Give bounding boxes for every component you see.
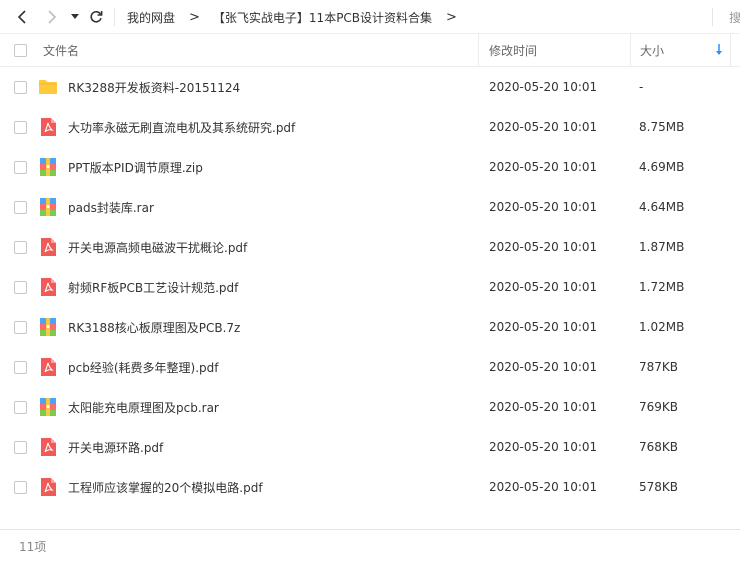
pdf-file-icon [41, 238, 56, 256]
file-size: 1.72MB [639, 280, 685, 294]
select-all-checkbox[interactable] [14, 44, 27, 57]
row-checkbox[interactable] [14, 201, 27, 214]
file-name[interactable]: 射频RF板PCB工艺设计规范.pdf [68, 267, 238, 307]
archive-file-icon [40, 318, 56, 336]
breadcrumb-separator: > [189, 9, 200, 25]
file-name[interactable]: 开关电源高频电磁波干扰概论.pdf [68, 227, 247, 267]
column-divider[interactable] [478, 34, 479, 67]
archive-file-icon [40, 198, 56, 216]
breadcrumb-item-root[interactable]: 我的网盘 [127, 9, 175, 26]
file-name[interactable]: pads封装库.rar [68, 187, 154, 227]
file-modified-time: 2020-05-20 10:01 [489, 440, 598, 454]
pdf-file-icon [41, 438, 56, 456]
file-row[interactable]: PPT版本PID调节原理.zip 2020-05-20 10:01 4.69MB [0, 147, 740, 187]
file-name[interactable]: 大功率永磁无刷直流电机及其系统研究.pdf [68, 107, 295, 147]
search-input[interactable]: 搜 [729, 0, 740, 34]
file-name[interactable]: RK3188核心板原理图及PCB.7z [68, 307, 240, 347]
column-header-modified[interactable]: 修改时间 [489, 34, 537, 67]
file-name[interactable]: RK3288开发板资料-20151124 [68, 67, 240, 107]
file-name[interactable]: 工程师应该掌握的20个模拟电路.pdf [68, 467, 263, 507]
status-bar: 11项 [0, 529, 740, 563]
breadcrumb-item-folder[interactable]: 【张飞实战电子】11本PCB设计资料合集 [213, 9, 432, 26]
file-size: 769KB [639, 400, 679, 414]
file-row[interactable]: 开关电源环路.pdf 2020-05-20 10:01 768KB [0, 427, 740, 467]
file-name[interactable]: 太阳能充电原理图及pcb.rar [68, 387, 219, 427]
file-row[interactable]: pcb经验(耗费多年整理).pdf 2020-05-20 10:01 787KB [0, 347, 740, 387]
folder-icon [39, 80, 57, 94]
row-checkbox[interactable] [14, 481, 27, 494]
file-modified-time: 2020-05-20 10:01 [489, 320, 598, 334]
column-header-size[interactable]: 大小 [640, 34, 664, 67]
column-divider [730, 34, 731, 67]
nav-divider [114, 8, 115, 26]
file-size: 787KB [639, 360, 679, 374]
archive-file-icon [40, 398, 56, 416]
file-name[interactable]: PPT版本PID调节原理.zip [68, 147, 203, 187]
history-dropdown[interactable] [68, 6, 82, 28]
file-modified-time: 2020-05-20 10:01 [489, 480, 598, 494]
pdf-file-icon [41, 358, 56, 376]
row-checkbox[interactable] [14, 121, 27, 134]
chevron-left-icon [17, 10, 26, 24]
forward-button[interactable] [42, 6, 62, 28]
breadcrumb: 我的网盘 > 【张飞实战电子】11本PCB设计资料合集 > [127, 0, 470, 34]
row-checkbox[interactable] [14, 241, 27, 254]
file-size: 768KB [639, 440, 679, 454]
file-name[interactable]: pcb经验(耗费多年整理).pdf [68, 347, 218, 387]
file-name[interactable]: 开关电源环路.pdf [68, 427, 163, 467]
row-checkbox[interactable] [14, 321, 27, 334]
pdf-file-icon [41, 478, 56, 496]
file-list-header: 文件名 修改时间 大小 [0, 34, 740, 67]
column-header-name[interactable]: 文件名 [43, 34, 79, 67]
file-row[interactable]: 大功率永磁无刷直流电机及其系统研究.pdf 2020-05-20 10:01 8.7… [0, 107, 740, 147]
file-row[interactable]: 射频RF板PCB工艺设计规范.pdf 2020-05-20 10:01 1.72MB [0, 267, 740, 307]
file-row[interactable]: pads封装库.rar 2020-05-20 10:01 4.64MB [0, 187, 740, 227]
file-row[interactable]: RK3188核心板原理图及PCB.7z 2020-05-20 10:01 1.02M… [0, 307, 740, 347]
row-checkbox[interactable] [14, 361, 27, 374]
file-row[interactable]: 工程师应该掌握的20个模拟电路.pdf 2020-05-20 10:01 578KB [0, 467, 740, 507]
caret-down-icon [71, 14, 79, 19]
file-row[interactable]: RK3288开发板资料-20151124 2020-05-20 10:01 - [0, 67, 740, 107]
file-size: 4.69MB [639, 160, 685, 174]
back-button[interactable] [12, 6, 32, 28]
pdf-file-icon [41, 278, 56, 296]
file-modified-time: 2020-05-20 10:01 [489, 240, 598, 254]
file-size: 1.02MB [639, 320, 685, 334]
row-checkbox[interactable] [14, 161, 27, 174]
file-row[interactable]: 太阳能充电原理图及pcb.rar 2020-05-20 10:01 769KB [0, 387, 740, 427]
row-checkbox[interactable] [14, 401, 27, 414]
file-modified-time: 2020-05-20 10:01 [489, 200, 598, 214]
file-modified-time: 2020-05-20 10:01 [489, 280, 598, 294]
sort-down-arrow-icon[interactable] [715, 44, 723, 56]
navigation-bar: 我的网盘 > 【张飞实战电子】11本PCB设计资料合集 > 搜 [0, 0, 740, 34]
chevron-right-icon [48, 10, 57, 24]
file-row[interactable]: 开关电源高频电磁波干扰概论.pdf 2020-05-20 10:01 1.87MB [0, 227, 740, 267]
file-modified-time: 2020-05-20 10:01 [489, 400, 598, 414]
file-modified-time: 2020-05-20 10:01 [489, 120, 598, 134]
file-modified-time: 2020-05-20 10:01 [489, 360, 598, 374]
file-modified-time: 2020-05-20 10:01 [489, 80, 598, 94]
refresh-icon [90, 10, 103, 23]
pdf-file-icon [41, 118, 56, 136]
file-size: 1.87MB [639, 240, 685, 254]
row-checkbox[interactable] [14, 441, 27, 454]
archive-file-icon [40, 158, 56, 176]
file-size: - [639, 80, 644, 94]
item-count: 11项 [19, 539, 47, 554]
file-size: 4.64MB [639, 200, 685, 214]
row-checkbox[interactable] [14, 81, 27, 94]
breadcrumb-separator: > [446, 9, 457, 25]
file-modified-time: 2020-05-20 10:01 [489, 160, 598, 174]
search-divider [712, 8, 713, 26]
file-size: 578KB [639, 480, 679, 494]
refresh-button[interactable] [86, 6, 106, 28]
file-size: 8.75MB [639, 120, 685, 134]
row-checkbox[interactable] [14, 281, 27, 294]
column-divider[interactable] [630, 34, 631, 67]
